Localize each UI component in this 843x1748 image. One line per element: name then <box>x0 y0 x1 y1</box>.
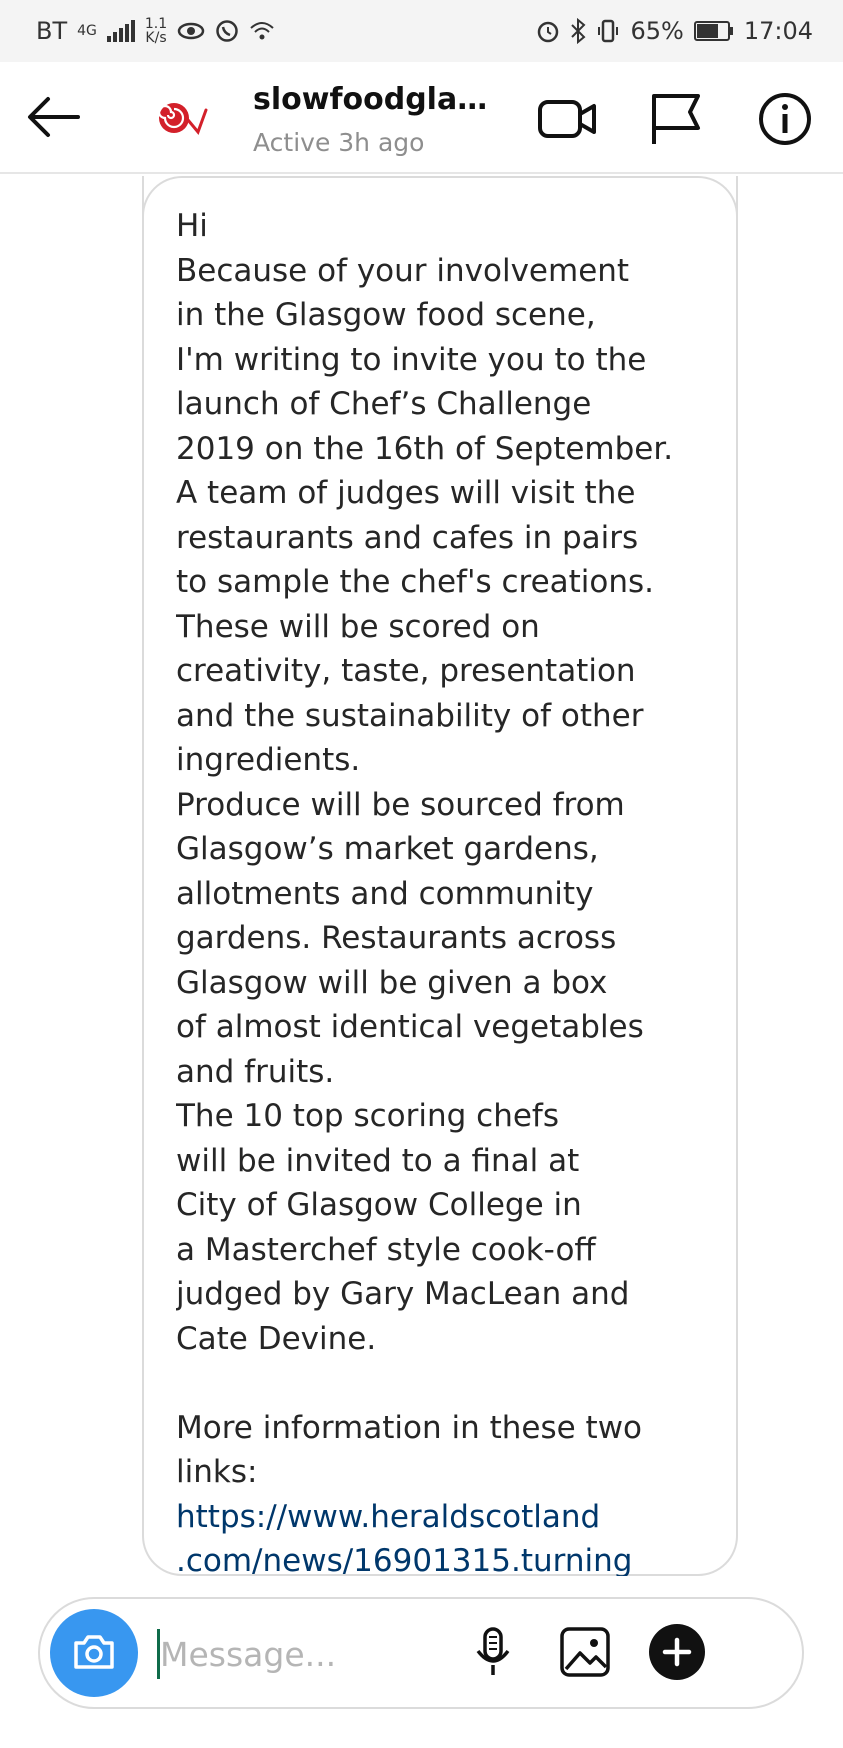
message-line: allotments and community <box>176 875 594 912</box>
message-line: creativity, taste, presentation <box>176 653 636 689</box>
back-arrow-icon[interactable] <box>22 84 88 150</box>
message-link[interactable]: .com/news/16901315.turning <box>176 1539 726 1576</box>
message-body: Hi Because of your involvement in the Glas… <box>176 204 726 1361</box>
plus-icon[interactable] <box>646 1621 708 1683</box>
activity-status: Active 3h ago <box>253 128 425 157</box>
alarm-icon <box>538 21 559 43</box>
message-line: of almost identical vegetables <box>176 1009 644 1045</box>
message-line: Hi <box>176 208 208 244</box>
video-call-icon[interactable] <box>536 88 598 150</box>
message-line: judged by Gary MacLean and <box>176 1276 630 1312</box>
camera-icon <box>74 1635 114 1669</box>
info-icon[interactable] <box>754 88 816 150</box>
status-right: 65% 17:04 <box>536 17 813 45</box>
message-line: Cate Devine. <box>176 1320 377 1357</box>
microphone-icon[interactable] <box>462 1621 524 1683</box>
message-line: I'm writing to invite you to the <box>176 341 647 378</box>
battery-icon <box>693 21 733 41</box>
whatsapp-icon <box>216 20 238 42</box>
message-link[interactable]: https://www.heraldscotland <box>176 1495 726 1540</box>
battery-percent: 65% <box>630 17 684 45</box>
status-left: BT 4G 1.1 K/s <box>36 17 275 45</box>
message-line: Produce will be sourced from <box>176 786 625 823</box>
message-text: Hi Because of your involvement in the Glas… <box>176 204 726 1576</box>
signal-icon <box>106 20 135 42</box>
carrier-label: BT <box>36 17 68 45</box>
message-line: gardens. Restaurants across <box>176 920 617 956</box>
message-line: 2019 on the 16th of September. <box>176 430 674 467</box>
message-line: and fruits. <box>176 1053 335 1090</box>
more-info-line: links: <box>176 1454 258 1490</box>
message-line: City of Glasgow College in <box>176 1187 582 1223</box>
message-line: launch of Chef’s Challenge <box>176 386 592 422</box>
network-type: 4G <box>77 23 97 39</box>
clock: 17:04 <box>743 17 813 45</box>
message-line: Because of your involvement <box>176 252 630 289</box>
speed-unit: K/s <box>145 30 167 46</box>
snail-logo-icon <box>157 103 208 135</box>
message-line: These will be scored on <box>176 608 540 645</box>
message-line: and the sustainability of other <box>176 697 644 734</box>
message-line: Glasgow’s market gardens, <box>176 831 599 867</box>
network-speed: 1.1 K/s <box>145 17 167 45</box>
message-line: to sample the chef's creations. <box>176 564 655 600</box>
flag-icon[interactable] <box>644 88 706 150</box>
more-info-line: More information in these two <box>176 1409 643 1446</box>
eye-icon <box>177 22 205 40</box>
message-line: in the Glasgow food scene, <box>176 297 596 333</box>
status-bar: BT 4G 1.1 K/s 65% 17:04 <box>0 0 843 62</box>
message-line: Glasgow will be given a box <box>176 964 608 1001</box>
message-line: The 10 top scoring chefs <box>176 1098 559 1134</box>
gallery-icon[interactable] <box>554 1621 616 1683</box>
message-composer <box>38 1597 804 1709</box>
avatar[interactable] <box>148 86 212 150</box>
message-line: will be invited to a final at <box>176 1142 580 1179</box>
chat-username[interactable]: slowfoodglasg... <box>253 82 498 117</box>
message-line: a Masterchef style cook-off <box>176 1231 596 1268</box>
vibrate-icon <box>598 19 619 43</box>
chat-header: slowfoodglasg... Active 3h ago <box>0 62 843 174</box>
bluetooth-icon <box>571 18 586 44</box>
message-line: ingredients. <box>176 742 361 778</box>
wifi-icon <box>250 22 274 40</box>
camera-button[interactable] <box>50 1609 138 1697</box>
message-line: restaurants and cafes in pairs <box>176 519 639 556</box>
message-line: A team of judges will visit the <box>176 475 636 511</box>
